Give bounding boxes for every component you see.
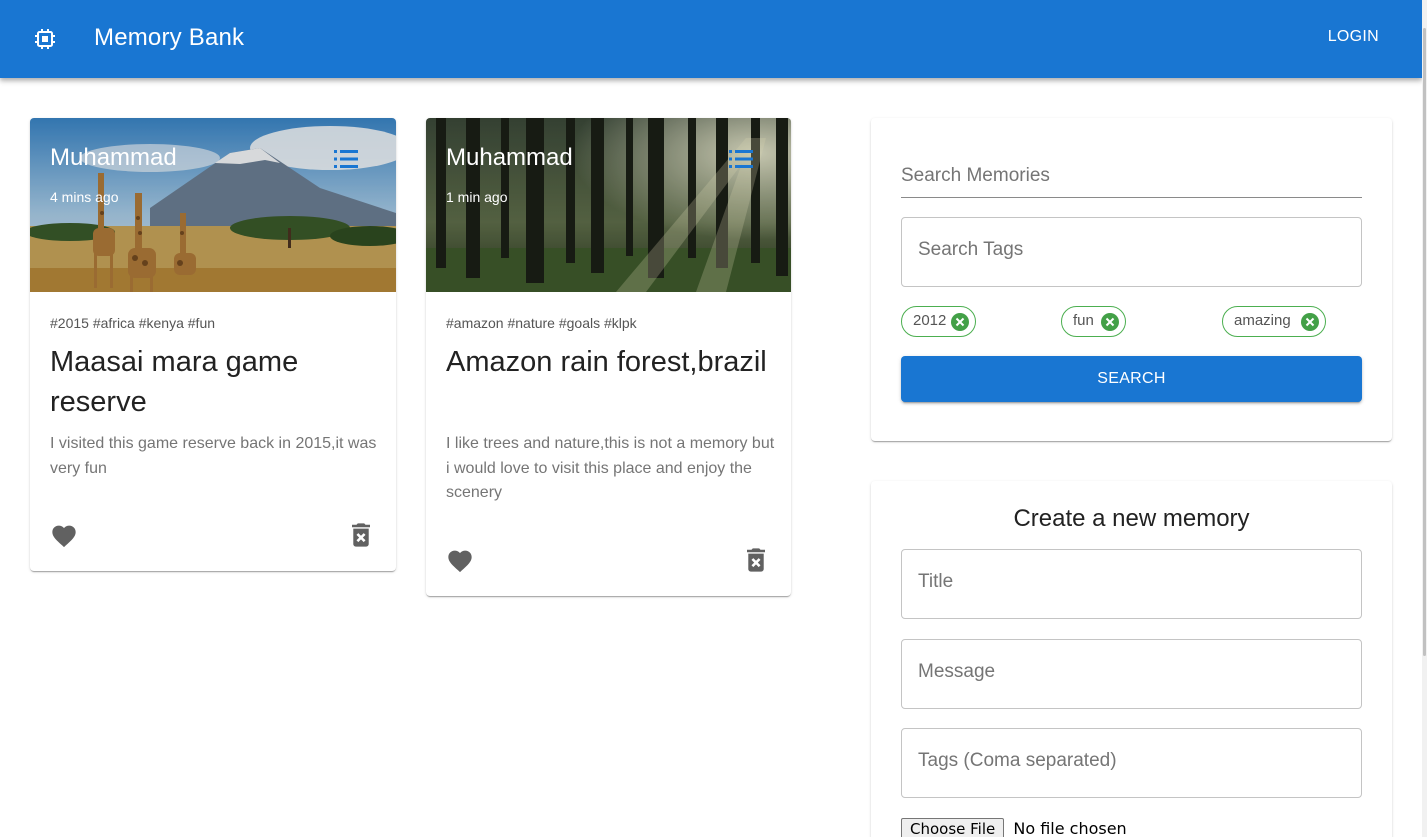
post-tags: #2015 #africa #kenya #fun bbox=[50, 315, 216, 331]
search-memories-input[interactable]: Search Memories bbox=[901, 158, 1362, 198]
file-upload: Choose File No file chosen bbox=[901, 818, 1127, 837]
message-input[interactable]: Message bbox=[901, 639, 1362, 709]
search-button[interactable]: SEARCH bbox=[901, 356, 1362, 402]
chip-label: fun bbox=[1073, 312, 1094, 329]
tag-chip: amazing bbox=[1222, 306, 1326, 337]
app-bar: Memory Bank LOGIN bbox=[0, 0, 1422, 78]
choose-file-button[interactable]: Choose File bbox=[901, 818, 1005, 837]
search-tags-input[interactable]: Search Tags bbox=[901, 217, 1362, 287]
search-panel: Search Memories Search Tags 2012 fun ama… bbox=[871, 118, 1392, 441]
form-heading: Create a new memory bbox=[1013, 505, 1250, 532]
post-title: Amazon rain forest,brazil bbox=[446, 346, 767, 378]
delete-icon[interactable] bbox=[352, 523, 370, 547]
tag-chip: 2012 bbox=[901, 306, 976, 337]
list-menu-icon[interactable] bbox=[334, 149, 358, 169]
create-memory-form: Create a new memory Title Message Tags (… bbox=[871, 481, 1392, 837]
tags-input[interactable]: Tags (Coma separated) bbox=[901, 728, 1362, 798]
chip-remove-icon[interactable] bbox=[1301, 313, 1319, 331]
title-input[interactable]: Title bbox=[901, 549, 1362, 619]
chip-remove-icon[interactable] bbox=[951, 313, 969, 331]
login-button[interactable]: LOGIN bbox=[1328, 28, 1379, 46]
post-author: Muhammad bbox=[50, 144, 177, 171]
chip-remove-icon[interactable] bbox=[1101, 313, 1119, 331]
delete-icon[interactable] bbox=[747, 548, 765, 572]
memory-image: Muhammad 1 min ago bbox=[426, 118, 791, 292]
like-icon[interactable] bbox=[50, 522, 78, 548]
memory-image: Muhammad 4 mins ago bbox=[30, 118, 396, 292]
chip-label: amazing bbox=[1234, 312, 1291, 329]
app-title: Memory Bank bbox=[94, 24, 245, 51]
scrollbar-thumb[interactable] bbox=[1423, 28, 1426, 656]
memory-card: Muhammad 1 min ago #amazon #nature #goal… bbox=[426, 118, 791, 596]
file-status: No file chosen bbox=[1013, 819, 1127, 837]
post-message: I like trees and nature,this is not a me… bbox=[446, 435, 775, 501]
tag-chip: fun bbox=[1061, 306, 1126, 337]
post-title: Maasai mara game reserve bbox=[50, 346, 299, 418]
chip-label: 2012 bbox=[913, 312, 947, 329]
post-time: 1 min ago bbox=[446, 189, 508, 205]
post-time: 4 mins ago bbox=[50, 189, 119, 205]
list-menu-icon[interactable] bbox=[729, 149, 753, 169]
post-author: Muhammad bbox=[446, 144, 573, 171]
like-icon[interactable] bbox=[446, 547, 474, 573]
memory-card: Muhammad 4 mins ago #2015 #africa #kenya… bbox=[30, 118, 396, 571]
post-message: I visited this game reserve back in 2015… bbox=[50, 435, 377, 477]
chip-icon[interactable] bbox=[33, 27, 57, 51]
post-tags: #amazon #nature #goals #klpk bbox=[446, 315, 637, 331]
